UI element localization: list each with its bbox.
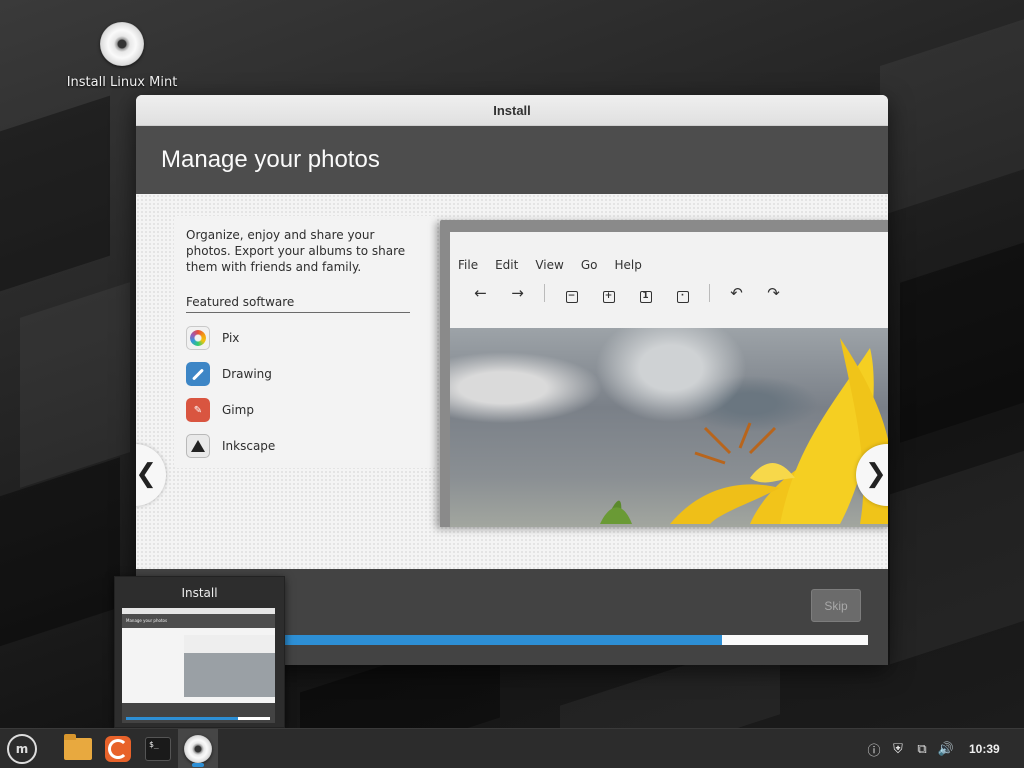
inkscape-icon [186,434,210,458]
toolbar-separator [544,284,545,302]
thumb-slide [122,628,275,703]
featured-app-inkscape: Inkscape [186,428,275,464]
network-icon[interactable]: ⧉ [910,742,934,757]
menu-edit: Edit [495,258,519,272]
firefox-launcher[interactable] [98,729,138,768]
drawing-icon [186,362,210,386]
thumb-progress [126,717,270,720]
app-name: Gimp [222,403,254,417]
window-thumbnail[interactable]: Manage your photos [122,608,275,723]
popup-title: Install [181,586,218,600]
progress-fill [284,635,722,645]
zoom-out-icon: − [553,284,590,303]
zoom-in-icon: + [590,284,627,303]
featured-app-pix: Pix [186,320,275,356]
menu-view: View [535,258,564,272]
pix-icon [186,326,210,350]
disc-icon [100,22,144,66]
mint-menu-icon: m [7,734,37,764]
rotate-right-icon: ↷ [767,284,780,302]
thumb-bottom-bar [122,703,275,723]
app-name: Inkscape [222,439,276,453]
zoom-original-icon: · [664,284,701,303]
window-preview-popup[interactable]: Install Manage your photos [114,576,285,728]
lily-flower-image [600,338,888,524]
lily-photo [450,328,888,527]
previous-slide-button[interactable]: ❮ [136,444,166,506]
update-manager-icon[interactable]: ⓘ [862,740,886,759]
rotate-left-icon: ↶ [730,284,743,302]
window-title[interactable]: Install [136,95,888,126]
featured-app-drawing: Drawing [186,356,275,392]
install-task-button[interactable] [178,729,218,768]
terminal-icon: $_ [145,737,171,761]
zoom-fit-icon: 1 [627,284,664,303]
photo-viewer-window: File Edit View Go Help ← → − + 1 · ↶ ↷ [450,232,888,527]
terminal-launcher[interactable]: $_ [138,729,178,768]
slide-description: Organize, enjoy and share your photos. E… [186,228,406,274]
photo-viewer-menubar: File Edit View Go Help [450,232,888,272]
forward-arrow-icon: → [511,284,524,302]
slide-title: Manage your photos [136,126,888,194]
featured-software-heading: Featured software [186,295,410,313]
app-name: Drawing [222,367,272,381]
active-indicator [192,763,204,767]
menu-file: File [458,258,479,272]
taskbar: m $_ ⓘ ⛨ ⧉ 🔊 10:39 [0,728,1024,768]
photo-app-screenshot: File Edit View Go Help ← → − + 1 · ↶ ↷ [440,220,888,527]
clock[interactable]: 10:39 [969,729,1000,768]
info-panel: Organize, enjoy and share your photos. E… [174,216,436,468]
menu-help: Help [614,258,642,272]
toolbar-separator [709,284,710,302]
slideshow-panel: Organize, enjoy and share your photos. E… [136,194,888,569]
skip-button[interactable]: Skip [811,589,861,622]
mint-menu-button[interactable]: m [2,729,42,768]
menu-go: Go [580,258,598,272]
app-name: Pix [222,331,240,345]
firefox-icon [105,736,131,762]
back-arrow-icon: ← [474,284,487,302]
gimp-icon: ✎ [186,398,210,422]
install-disc-icon [184,735,212,763]
install-progress-bar [284,635,868,645]
photo-viewer-toolbar: ← → − + 1 · ↶ ↷ [450,268,888,318]
desktop-icon-label: Install Linux Mint [66,75,178,90]
thumb-screenshot [184,635,275,697]
volume-icon[interactable]: 🔊 [934,742,958,757]
desktop-icon-install-linux-mint[interactable]: Install Linux Mint [62,22,182,90]
files-icon [64,734,92,760]
shield-icon[interactable]: ⛨ [886,742,910,757]
featured-app-list: Pix Drawing ✎ Gimp Inkscape [186,320,275,464]
system-tray: ⓘ ⛨ ⧉ 🔊 [862,729,958,768]
featured-app-gimp: ✎ Gimp [186,392,275,428]
thumb-heading: Manage your photos [122,614,275,628]
files-launcher[interactable] [58,729,98,768]
